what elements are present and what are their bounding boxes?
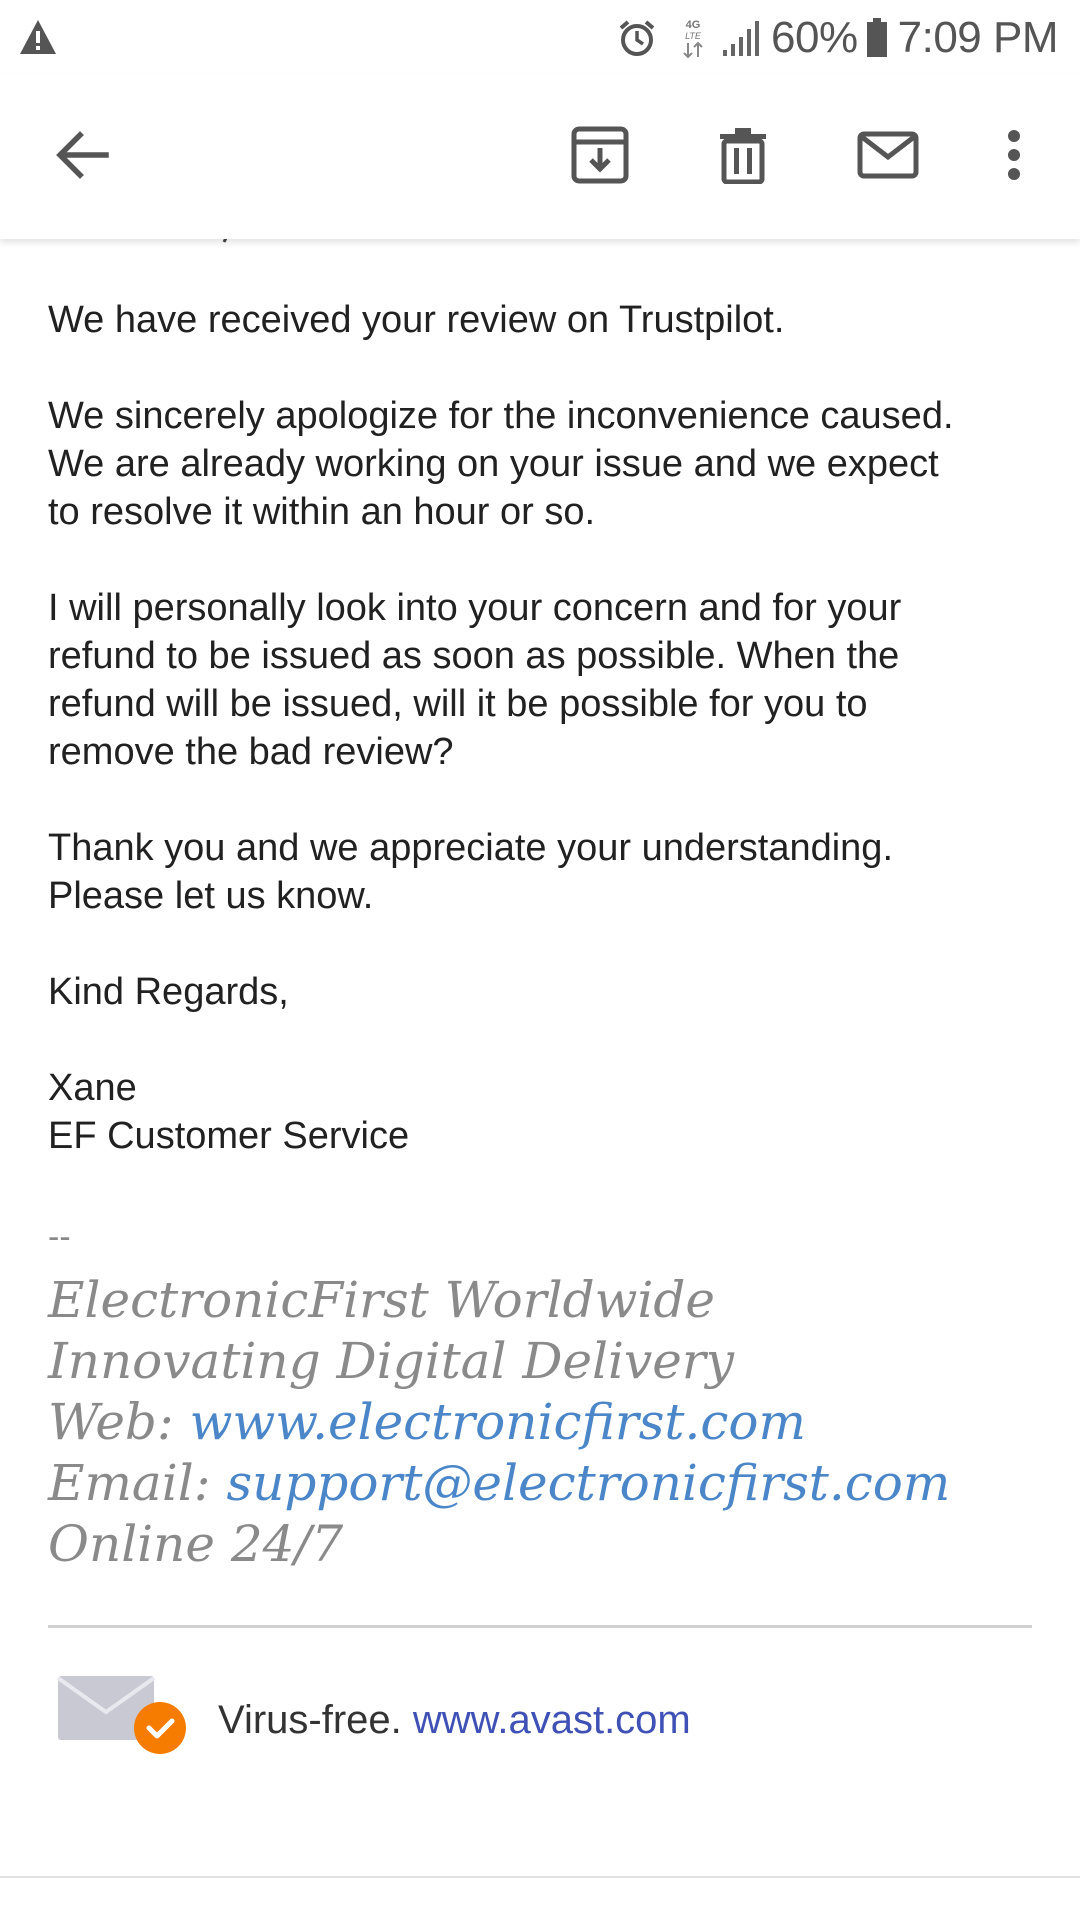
signature-email-label: Email: [48, 1454, 227, 1512]
signal-icon [723, 21, 760, 56]
signature-web-label: Web: [48, 1393, 190, 1451]
signature-tagline: Innovating Digital Delivery [48, 1332, 735, 1390]
avast-footer: Virus-free. www.avast.com [56, 1670, 956, 1770]
email-sender: Xane EF Customer Service [48, 1067, 410, 1157]
divider [48, 1625, 1032, 1628]
email-signature: ElectronicFirst Worldwide Innovating Dig… [48, 1270, 950, 1575]
clock: 7:09 PM [897, 13, 1059, 62]
email-paragraph: Thank you and we appreciate your underst… [48, 827, 893, 917]
email-paragraph: We have received your review on Trustpil… [48, 299, 785, 341]
signature-company: ElectronicFirst Worldwide [48, 1271, 715, 1329]
svg-text:4G: 4G [686, 19, 701, 31]
avast-text: Virus-free. www.avast.com [218, 1698, 691, 1743]
signature-email-row: Email: support@electronicfirst.com [48, 1453, 950, 1514]
email-closing: Kind Regards, [48, 971, 289, 1013]
more-options-button[interactable] [974, 115, 1054, 195]
alarm-icon [619, 20, 655, 56]
warning-icon [20, 20, 56, 54]
more-vert-icon [1008, 130, 1020, 180]
virus-free-envelope-icon [56, 1676, 186, 1754]
mark-unread-icon [857, 131, 919, 179]
email-paragraph: We sincerely apologize for the inconveni… [48, 395, 954, 533]
signature-web-row: Web: www.electronicfirst.com [48, 1392, 950, 1453]
archive-icon [571, 126, 629, 184]
svg-text:LTE: LTE [685, 31, 702, 41]
back-arrow-icon [56, 131, 109, 179]
signature-separator: -- [48, 1218, 71, 1256]
battery-icon [866, 18, 887, 57]
mark-unread-button[interactable] [848, 115, 928, 195]
status-bar: 4G LTE 60% 7:09 PM [0, 0, 1080, 75]
signature-email-link[interactable]: support@electronicfirst.com [226, 1454, 950, 1512]
archive-button[interactable] [560, 115, 640, 195]
delete-button[interactable] [703, 115, 783, 195]
email-paragraph: I will personally look into your concern… [48, 587, 902, 773]
app-toolbar [0, 75, 1080, 239]
avast-link[interactable]: www.avast.com [413, 1698, 691, 1742]
back-button[interactable] [42, 115, 122, 195]
lte-icon: 4G LTE [683, 19, 703, 59]
signature-hours: Online 24/7 [48, 1515, 344, 1573]
battery-percent: 60% [771, 13, 858, 62]
signature-web-link[interactable]: www.electronicfirst.com [190, 1393, 806, 1451]
avast-label: Virus-free. [218, 1698, 413, 1742]
bottom-divider [0, 1876, 1080, 1878]
delete-icon [720, 128, 766, 184]
